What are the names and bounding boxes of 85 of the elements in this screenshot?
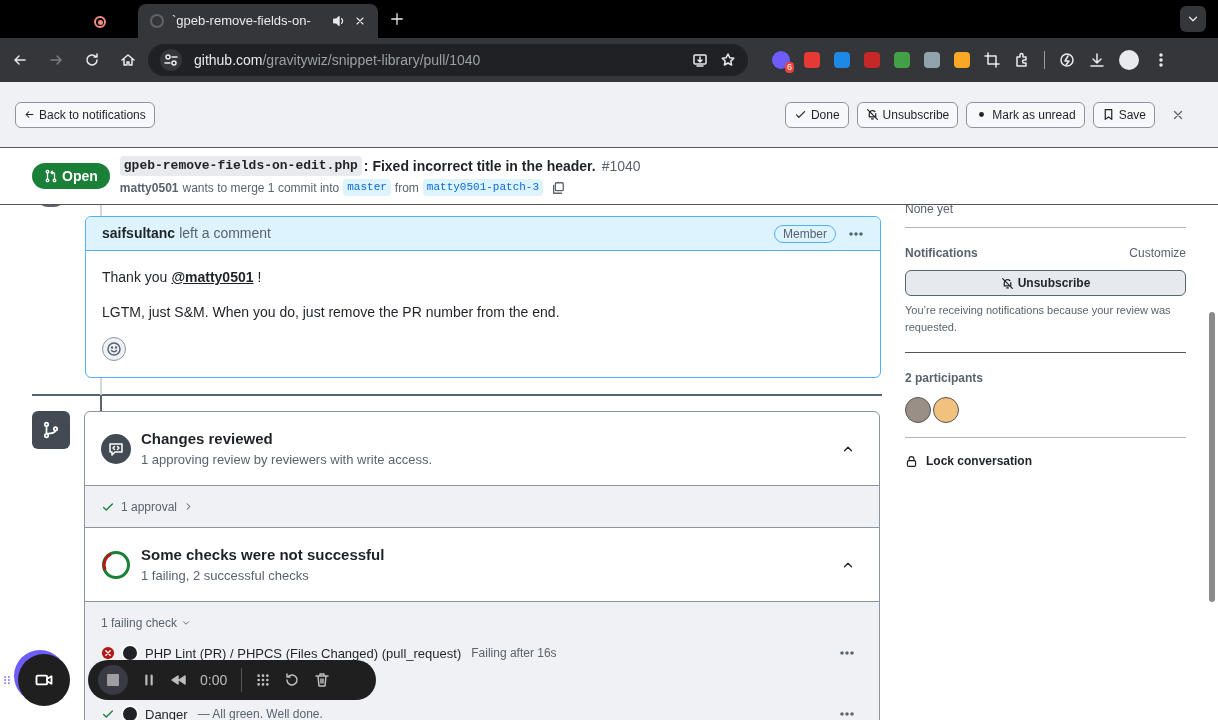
address-bar[interactable]: github.com/gravitywiz/snippet-library/pull/1040 <box>148 44 748 76</box>
url-text: github.com/gravitywiz/snippet-library/pull/1040 <box>194 50 481 70</box>
profile-avatar[interactable] <box>1119 50 1139 70</box>
site-info-icon <box>160 49 182 71</box>
comment-action: left a comment <box>179 224 271 243</box>
extension-icon[interactable] <box>954 52 970 68</box>
participant-avatar[interactable] <box>905 397 931 423</box>
customize-link[interactable]: Customize <box>1129 244 1186 262</box>
rewind-icon[interactable] <box>170 672 186 688</box>
trash-icon[interactable] <box>314 672 331 688</box>
comment-code-icon <box>101 433 131 464</box>
copy-icon[interactable] <box>551 180 566 195</box>
check-detail: Failing after 16s <box>471 646 557 660</box>
scrollbar-thumb[interactable] <box>1209 312 1215 602</box>
download-icon[interactable] <box>1089 52 1105 68</box>
chevron-down-icon <box>181 618 192 628</box>
pr-number: #1040 <box>601 156 641 176</box>
comment-text: Thank you <box>102 268 168 287</box>
state-badge: Open <box>32 163 110 189</box>
sidebar-heading: 2 participants <box>905 370 985 387</box>
check-name[interactable]: PHP Lint (PR) / PHPCS (Files Changed) (pull_request) <box>145 645 462 661</box>
approvals-toggle[interactable]: 1 approval <box>101 497 195 516</box>
favicon-icon <box>150 14 164 28</box>
action-button[interactable]: Done <box>784 101 849 128</box>
comment-text: ! <box>257 268 262 287</box>
comment-author[interactable]: saifsultanc <box>102 223 176 244</box>
branch-label[interactable]: master <box>343 179 391 196</box>
grid-icon[interactable] <box>256 673 271 687</box>
home-icon[interactable] <box>120 52 136 68</box>
merge-text: from <box>394 179 419 197</box>
mention-link[interactable]: @matty0501 <box>171 267 254 288</box>
star-icon[interactable] <box>720 52 736 68</box>
emoji-reaction-icon[interactable] <box>102 337 126 361</box>
section-subtitle: 1 approving review by reviewers with write access. <box>141 451 433 469</box>
comment-text: LGTM, just S&M. When you do, just remove the PR number from the end. <box>102 303 561 322</box>
lock-icon <box>905 454 918 468</box>
bell-off-icon <box>865 108 879 121</box>
extension-icon[interactable] <box>894 52 910 68</box>
back-button[interactable]: Back to notifications <box>15 101 155 128</box>
restart-icon[interactable] <box>284 672 301 688</box>
puzzle-icon[interactable] <box>1014 52 1030 68</box>
pr-title-filename: gpeb-remove-fields-on-edit.php <box>119 156 362 176</box>
pause-icon[interactable] <box>142 673 156 687</box>
arrow-left-icon <box>24 109 35 120</box>
branch-icon <box>32 411 70 449</box>
section-title: Changes reviewed <box>141 428 274 449</box>
check-detail: — All green. Well done. <box>197 707 323 720</box>
tab-title: `gpeb-remove-fields-on- <box>172 12 311 31</box>
extension-badge: 6 <box>785 62 794 73</box>
unsubscribe-button[interactable]: Unsubscribe <box>905 270 1186 296</box>
app-avatar <box>121 705 139 720</box>
speaker-icon <box>332 14 346 28</box>
failing-checks-toggle[interactable]: 1 failing check <box>101 614 192 632</box>
check-icon <box>793 108 807 121</box>
extension-icon[interactable] <box>924 52 940 68</box>
action-button[interactable]: Save <box>1092 101 1155 128</box>
action-button[interactable]: Unsubscribe <box>856 101 959 128</box>
new-tab-icon[interactable] <box>390 12 404 26</box>
participant-avatar[interactable] <box>933 397 959 423</box>
stop-icon[interactable] <box>98 665 128 695</box>
pull-request-icon <box>44 169 58 183</box>
section-subtitle: 1 failing, 2 successful checks <box>141 567 310 585</box>
lock-conversation-button[interactable]: Lock conversation <box>905 452 1033 470</box>
camera-icon[interactable] <box>18 654 70 706</box>
author-link[interactable]: matty0501 <box>119 178 179 197</box>
action-button[interactable]: Mark as unread <box>966 101 1085 128</box>
chevron-down-icon[interactable] <box>1180 6 1206 32</box>
browser-tab[interactable]: `gpeb-remove-fields-on- <box>138 4 378 38</box>
notification-reason: You’re receiving notifications because your review was requested. <box>905 303 1172 335</box>
sidebar-heading: Notifications <box>905 245 978 262</box>
section-title: Some checks were not successful <box>141 544 385 565</box>
close-icon[interactable] <box>354 15 366 27</box>
forward-icon[interactable] <box>48 52 64 68</box>
recording-time: 0:00 <box>200 670 228 690</box>
reviewers-value: None yet <box>905 205 955 215</box>
bell-off-icon <box>1000 276 1014 290</box>
reload-icon[interactable] <box>84 52 100 68</box>
branch-label[interactable]: matty0501-patch-3 <box>422 179 544 196</box>
bolt-icon[interactable] <box>1059 52 1075 68</box>
install-icon[interactable] <box>692 52 708 68</box>
check-status-ring-icon <box>101 549 131 580</box>
merge-text: wants to merge 1 commit into <box>182 179 340 197</box>
pr-title: : Fixed incorrect title in the header. <box>363 156 596 176</box>
back-icon[interactable] <box>12 52 28 68</box>
crop-icon[interactable] <box>984 52 1000 68</box>
